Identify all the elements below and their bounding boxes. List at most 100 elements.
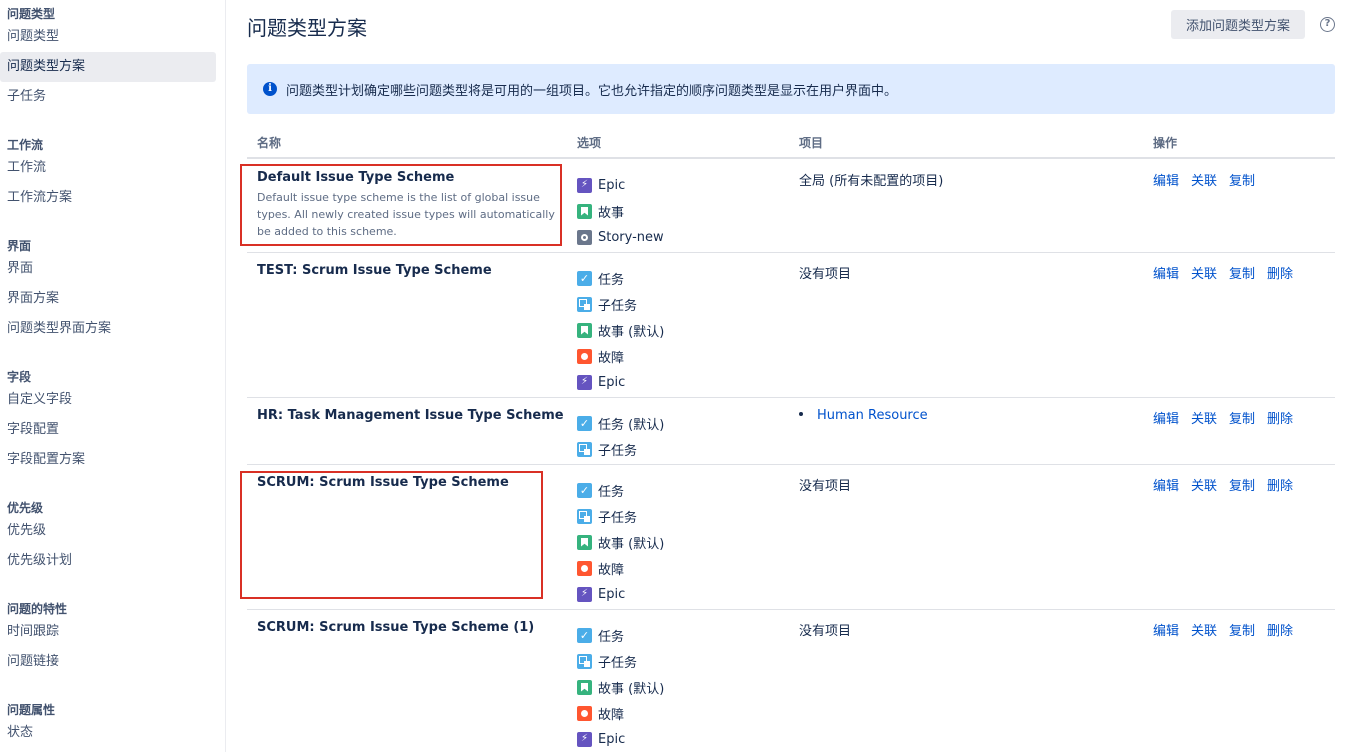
scheme-projects: 没有项目 (799, 263, 851, 282)
issue-type-item: 故障 (577, 555, 664, 581)
sidebar-item[interactable]: 工作流方案 (0, 183, 216, 213)
project-text: 全局 (所有未配置的项目) (799, 174, 944, 189)
sidebar-item[interactable]: 问题类型方案 (0, 52, 216, 82)
sidebar-group-title: 工作流 (7, 138, 44, 152)
edit-link[interactable]: 编辑 (1153, 412, 1179, 427)
sidebar-item[interactable]: 界面方案 (0, 284, 216, 314)
issue-type-item: 故事 (默认) (577, 317, 664, 343)
copy-link[interactable]: 复制 (1229, 624, 1255, 639)
edit-link[interactable]: 编辑 (1153, 174, 1179, 189)
sidebar-item[interactable]: 问题类型界面方案 (0, 314, 216, 344)
edit-link[interactable]: 编辑 (1153, 267, 1179, 282)
main-content: 问题类型方案 添加问题类型方案 ? i 问题类型计划确定哪些问题类型将是可用的一… (240, 0, 1335, 752)
sidebar-group: 问题类型 问题类型 问题类型方案 子任务 (0, 6, 226, 112)
sidebar-item[interactable]: 界面 (0, 254, 216, 284)
sidebar-group: 工作流 工作流 工作流方案 (0, 137, 226, 213)
help-icon[interactable]: ? (1320, 17, 1335, 32)
sidebar-item[interactable]: 优先级 (0, 516, 216, 546)
associate-link[interactable]: 关联 (1191, 479, 1217, 494)
issue-type-item: ⚡ Epic (577, 172, 664, 198)
scheme-name: HR: Task Management Issue Type Scheme (257, 408, 564, 423)
sidebar-item[interactable]: 问题链接 (0, 647, 216, 677)
sidebar-item[interactable]: 状态 (0, 718, 216, 748)
task-icon: ✓ (577, 482, 592, 498)
scheme-name: SCRUM: Scrum Issue Type Scheme (1) (257, 620, 535, 635)
add-scheme-button[interactable]: 添加问题类型方案 (1171, 10, 1305, 39)
sidebar-item[interactable]: 问题类型 (0, 22, 216, 52)
copy-link[interactable]: 复制 (1229, 412, 1255, 427)
issue-type-label: 故障 (598, 350, 625, 366)
project-link[interactable]: Human Resource (817, 408, 928, 423)
issue-type-label: Epic (598, 731, 626, 747)
issue-type-item: 故障 (577, 700, 664, 726)
copy-link[interactable]: 复制 (1229, 174, 1255, 189)
task-icon: ✓ (577, 270, 592, 286)
edit-link[interactable]: 编辑 (1153, 479, 1179, 494)
delete-link[interactable]: 删除 (1267, 624, 1293, 639)
table-row: HR: Task Management Issue Type Scheme ✓ 任务… (247, 398, 1335, 465)
epic-icon: ⚡ (577, 177, 592, 193)
sidebar-group: 问题属性 状态 (0, 702, 226, 748)
delete-link[interactable]: 删除 (1267, 412, 1293, 427)
edit-link[interactable]: 编辑 (1153, 624, 1179, 639)
issue-type-list: ✓ 任务 (默认) 子任务 (577, 410, 664, 462)
task-icon: ✓ (577, 415, 592, 431)
sidebar-group-title: 问题属性 (7, 703, 56, 717)
scheme-projects: Human Resource (799, 408, 928, 423)
sidebar-item[interactable]: 字段配置 (0, 415, 216, 445)
info-message: i 问题类型计划确定哪些问题类型将是可用的一组项目。它也允许指定的顺序问题类型是… (247, 64, 1335, 114)
bug-icon (577, 560, 592, 576)
copy-link[interactable]: 复制 (1229, 479, 1255, 494)
bug-icon (577, 348, 592, 364)
copy-link[interactable]: 复制 (1229, 267, 1255, 282)
issue-type-label: Story-new (598, 229, 664, 245)
subtask-icon (577, 653, 592, 669)
epic-icon: ⚡ (577, 374, 592, 390)
delete-link[interactable]: 删除 (1267, 479, 1293, 494)
scheme-projects: 没有项目 (799, 475, 851, 494)
sidebar-group: 问题的特性 时间跟踪 问题链接 (0, 601, 226, 677)
row-operations: 编辑 关联 复制 (1153, 170, 1267, 189)
sidebar-item[interactable]: 时间跟踪 (0, 617, 216, 647)
issue-type-item: 子任务 (577, 648, 664, 674)
issue-type-label: 子任务 (598, 510, 638, 526)
row-operations: 编辑 关联 复制 删除 (1153, 475, 1305, 494)
issue-type-label: 任务 (598, 484, 625, 500)
issue-type-label: 子任务 (598, 443, 638, 459)
issue-type-label: 故障 (598, 562, 625, 578)
sidebar-item[interactable]: 子任务 (0, 82, 216, 112)
sidebar-item[interactable]: 优先级计划 (0, 546, 216, 576)
epic-icon: ⚡ (577, 586, 592, 602)
list-bullet (799, 412, 803, 416)
issue-type-item: ✓ 任务 (577, 477, 664, 503)
sidebar-item[interactable]: 字段配置方案 (0, 445, 216, 475)
project-text: 没有项目 (799, 267, 852, 282)
associate-link[interactable]: 关联 (1191, 174, 1217, 189)
associate-link[interactable]: 关联 (1191, 624, 1217, 639)
info-icon: i (263, 82, 277, 96)
issue-type-item: ⚡ Epic (577, 726, 664, 752)
scheme-projects: 没有项目 (799, 620, 851, 639)
row-operations: 编辑 关联 复制 删除 (1153, 620, 1305, 639)
delete-link[interactable]: 删除 (1267, 267, 1293, 282)
issue-type-label: 任务 (默认) (598, 417, 665, 433)
column-header-projects: 项目 (799, 136, 824, 150)
info-text: 问题类型计划确定哪些问题类型将是可用的一组项目。它也允许指定的顺序问题类型是显示… (286, 84, 898, 99)
issue-type-item: 故事 (577, 198, 664, 224)
sidebar-item[interactable]: 工作流 (0, 153, 216, 183)
table-header: 名称 选项 项目 操作 (247, 131, 1335, 159)
issue-type-label: 任务 (598, 272, 625, 288)
sidebar-group-title: 字段 (7, 370, 32, 384)
scheme-name: TEST: Scrum Issue Type Scheme (257, 263, 492, 278)
issue-type-item: ✓ 任务 (577, 265, 664, 291)
table-row: SCRUM: Scrum Issue Type Scheme (1) ✓ 任务 子任务… (247, 610, 1335, 752)
table-row: TEST: Scrum Issue Type Scheme ✓ 任务 子任务 故事 (默… (247, 253, 1335, 398)
associate-link[interactable]: 关联 (1191, 267, 1217, 282)
sidebar-item[interactable]: 自定义字段 (0, 385, 216, 415)
issue-type-item: ✓ 任务 (默认) (577, 410, 664, 436)
column-header-operations: 操作 (1153, 136, 1178, 150)
associate-link[interactable]: 关联 (1191, 412, 1217, 427)
sidebar-group-title: 优先级 (7, 501, 44, 515)
sidebar-group-title: 问题类型 (7, 7, 56, 21)
task-icon: ✓ (577, 627, 592, 643)
